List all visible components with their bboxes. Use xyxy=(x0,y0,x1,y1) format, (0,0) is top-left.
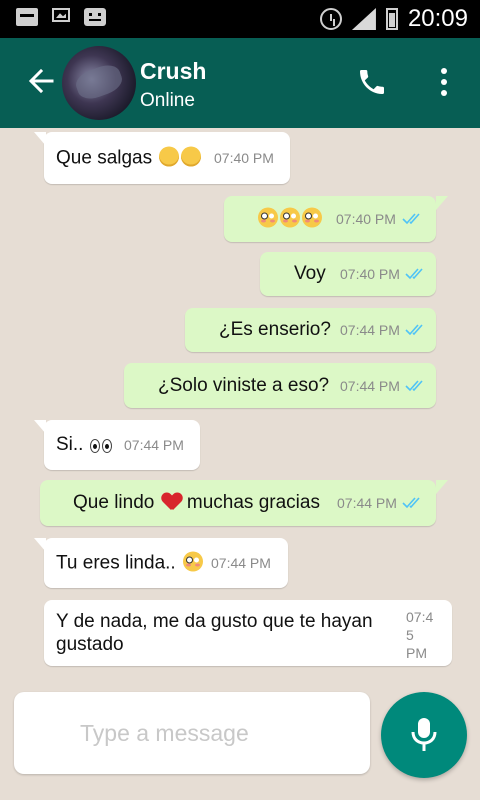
message-time: 07:44 PM xyxy=(124,437,184,453)
flushed-face-emoji-icon xyxy=(302,207,322,228)
message-text: Que salgas xyxy=(56,147,153,169)
phone-icon[interactable] xyxy=(356,66,388,98)
message-text: Voy xyxy=(294,263,326,284)
message-text-line: gustado xyxy=(56,634,124,655)
message-time: 07:40 PM xyxy=(214,150,274,166)
message-text: Que lindo xyxy=(73,492,155,513)
message-time: 07:40 PM xyxy=(340,266,400,282)
message-text: Tu eres linda.. xyxy=(56,552,176,574)
outgoing-message[interactable]: Que lindo muchas gracias 07:44 PM xyxy=(40,480,448,526)
read-receipt-icon xyxy=(405,268,423,280)
bbm-icon xyxy=(84,8,106,26)
battery-icon xyxy=(385,8,398,30)
message-time: 07:44 PM xyxy=(337,495,397,511)
red-heart-emoji-icon xyxy=(162,493,182,511)
image-notification-icon xyxy=(52,8,70,22)
message-text: ¿Solo viniste a eso? xyxy=(158,374,330,396)
back-arrow-icon[interactable] xyxy=(26,66,56,96)
eyes-emoji-icon xyxy=(101,439,112,453)
message-time: 07:44 PM xyxy=(211,555,271,571)
incoming-message[interactable]: Tu eres linda.. 07:44 PM xyxy=(34,538,288,588)
flushed-face-emoji-icon xyxy=(182,551,203,572)
message-time: 07:4 xyxy=(406,609,434,625)
more-vert-icon[interactable] xyxy=(434,66,454,98)
message-notification-icon xyxy=(16,8,38,26)
flushed-face-emoji-icon xyxy=(258,207,278,228)
contact-status: Online xyxy=(140,90,195,111)
message-time: 07:44 PM xyxy=(340,322,400,338)
outgoing-message[interactable]: Voy 07:40 PM xyxy=(260,252,436,296)
message-time: 07:44 PM xyxy=(340,377,400,394)
message-list[interactable]: Que salgas 07:40 PM 07:40 PM Voy 07:40 P… xyxy=(0,128,480,688)
outgoing-message[interactable]: 07:40 PM xyxy=(224,196,448,242)
outgoing-message[interactable]: ¿Solo viniste a eso? 07:44 PM xyxy=(124,363,436,408)
message-text: ¿Es enserio? xyxy=(219,319,331,340)
status-time: 20:09 xyxy=(407,5,468,32)
incoming-message[interactable]: Y de nada, me da gusto que te hayan gust… xyxy=(44,600,452,666)
signal-icon xyxy=(351,8,376,30)
read-receipt-icon xyxy=(402,497,420,509)
message-text: Si.. xyxy=(56,434,84,455)
smiling-face-emoji-icon xyxy=(181,146,202,167)
eyes-emoji-icon xyxy=(89,439,100,453)
avatar[interactable] xyxy=(62,46,136,120)
flushed-face-emoji-icon xyxy=(280,207,300,228)
alarm-icon xyxy=(319,8,342,30)
message-time: PM xyxy=(406,645,427,661)
voice-message-button[interactable] xyxy=(381,692,467,778)
smiling-face-emoji-icon xyxy=(159,146,180,167)
read-receipt-icon xyxy=(405,324,423,336)
microphone-icon xyxy=(411,718,437,751)
read-receipt-icon xyxy=(402,213,420,225)
status-bar: 20:09 xyxy=(0,0,480,38)
contact-name[interactable]: Crush xyxy=(140,58,206,85)
incoming-message[interactable]: Que salgas 07:40 PM xyxy=(34,132,290,184)
message-time: 5 xyxy=(406,627,414,643)
read-receipt-icon xyxy=(405,379,423,391)
message-composer xyxy=(14,692,370,774)
message-text-line: Y de nada, me da gusto que te hayan xyxy=(56,611,373,632)
message-input[interactable] xyxy=(78,712,362,754)
incoming-message[interactable]: Si.. 07:44 PM xyxy=(34,420,200,470)
message-time: 07:40 PM xyxy=(336,211,396,227)
chat-header: Crush Online xyxy=(0,38,480,128)
message-text: muchas gracias xyxy=(186,492,320,513)
outgoing-message[interactable]: ¿Es enserio? 07:44 PM xyxy=(185,308,436,352)
